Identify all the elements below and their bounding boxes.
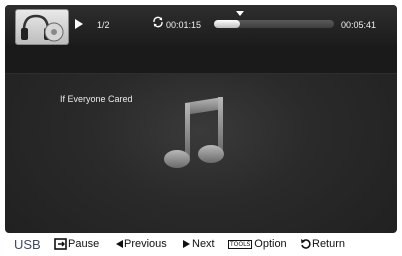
play-icon (75, 19, 83, 29)
pause-button[interactable]: Pause (54, 238, 99, 250)
progress-fill (214, 20, 241, 28)
music-thumbnail-icon (15, 9, 69, 45)
music-note-icon (164, 97, 224, 168)
tools-badge: TOOLS (228, 239, 253, 249)
title-bar: If Everyone Cared (5, 45, 397, 104)
song-title: If Everyone Cared (60, 94, 133, 104)
previous-button[interactable]: Previous (114, 238, 167, 250)
top-bar: 1/2 00:01:15 00:05:41 (5, 5, 397, 45)
elapsed-time: 00:01:15 (166, 20, 202, 30)
option-label: Option (254, 238, 287, 251)
previous-arrow-icon (116, 240, 123, 249)
source-label: USB (14, 237, 41, 252)
previous-label: Previous (124, 238, 167, 251)
return-icon (301, 239, 311, 249)
total-time: 00:05:41 (341, 20, 377, 30)
track-count: 1/2 (97, 20, 110, 30)
progress-marker-icon (236, 11, 245, 16)
pause-label: Pause (68, 238, 100, 251)
progress-bar[interactable] (214, 20, 334, 28)
player-screen: 1/2 00:01:15 00:05:41 If Everyone Cared (5, 5, 397, 233)
next-label: Next (192, 238, 215, 251)
return-button[interactable]: Return (300, 238, 345, 250)
next-arrow-icon (183, 240, 190, 249)
option-button[interactable]: TOOLS Option (228, 238, 287, 250)
next-button[interactable]: Next (182, 238, 215, 250)
repeat-icon (153, 16, 163, 28)
return-label: Return (312, 238, 346, 251)
bottom-bar: USB Pause Previous Next TOOLS Option Retu… (0, 233, 402, 256)
pause-enter-icon (54, 238, 67, 250)
